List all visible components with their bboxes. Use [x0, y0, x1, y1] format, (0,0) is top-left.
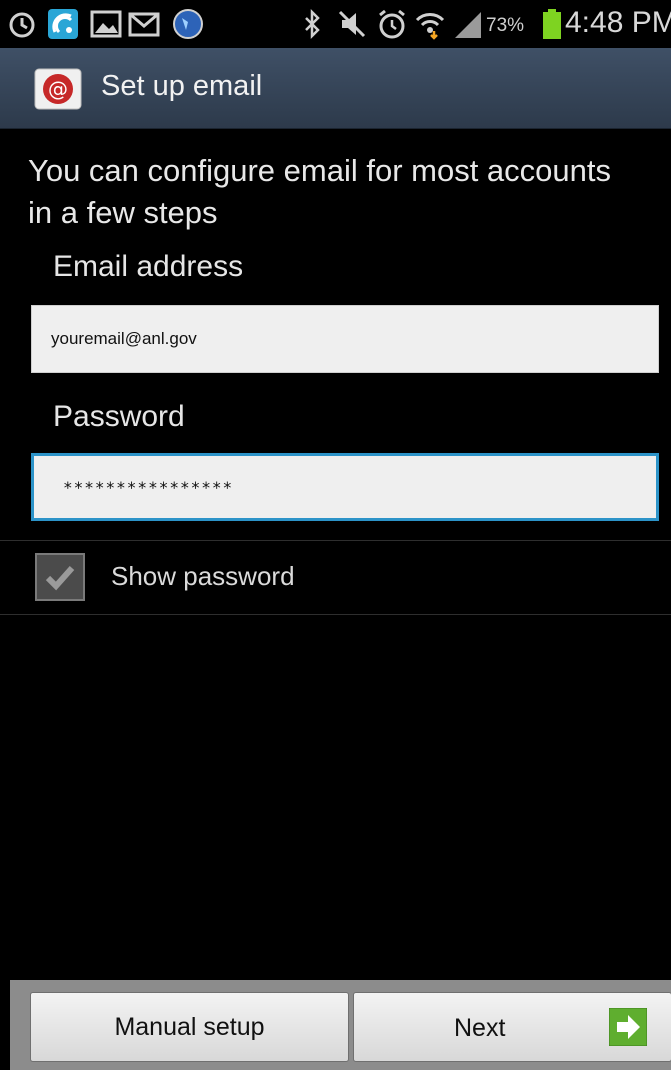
bluetooth-icon [305, 8, 320, 40]
manual-setup-label: Manual setup [114, 1012, 265, 1041]
email-setup-screen: 73% 4:48 PM @ Set up email You can confi… [0, 0, 671, 1070]
checkmark-icon [45, 566, 75, 591]
next-arrow-icon [609, 1008, 647, 1046]
action-bar: @ Set up email [0, 48, 671, 129]
divider [0, 614, 671, 615]
gallery-icon [90, 10, 122, 38]
show-password-label: Show password [111, 561, 295, 591]
manual-setup-button[interactable]: Manual setup [30, 992, 349, 1062]
svg-text:@: @ [48, 77, 68, 101]
status-bar: 73% 4:48 PM [0, 0, 671, 48]
show-password-checkbox[interactable] [35, 553, 85, 601]
email-field[interactable]: youremail@anl.gov [31, 305, 659, 373]
battery-percent: 73% [486, 15, 525, 36]
email-address-label: Email address [53, 250, 244, 283]
alarm-icon [9, 12, 35, 38]
page-title: Set up email [101, 70, 263, 102]
wifi-icon [415, 13, 445, 40]
signal-icon [455, 12, 481, 38]
button-bar: Manual setup Next [10, 980, 671, 1070]
show-password-row[interactable]: Show password [0, 541, 671, 614]
gmail-icon [128, 12, 160, 37]
next-label: Next [454, 1014, 506, 1042]
email-app-icon: @ [34, 68, 82, 110]
battery-icon [543, 9, 561, 39]
next-button[interactable]: Next [353, 992, 671, 1062]
wifi-calling-icon [48, 9, 78, 39]
globe-icon [173, 9, 203, 39]
status-clock: 4:48 PM [565, 6, 671, 39]
mute-icon [338, 10, 366, 38]
password-label: Password [53, 400, 185, 433]
alarm-clock-icon [379, 9, 405, 39]
intro-text: You can configure email for most account… [28, 153, 612, 230]
password-field[interactable]: **************** [31, 453, 659, 521]
